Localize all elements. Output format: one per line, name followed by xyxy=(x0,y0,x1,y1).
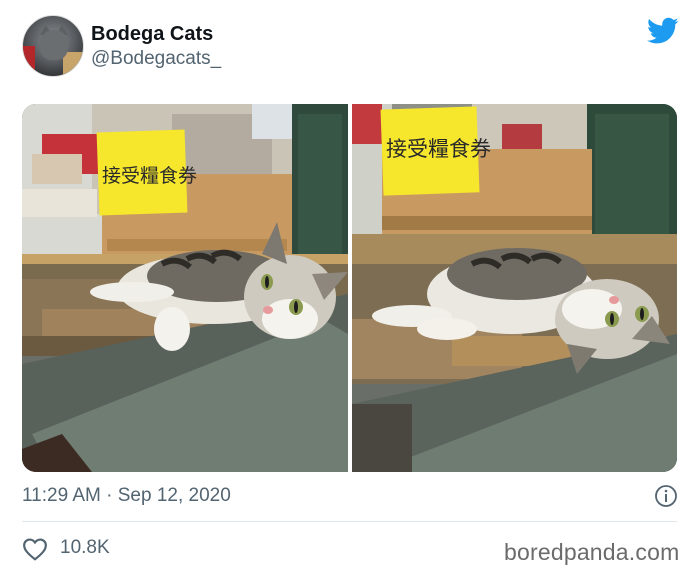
sign-text-right: 接受糧食券 xyxy=(386,137,491,161)
avatar-cat-face xyxy=(40,30,68,60)
info-circle-icon[interactable] xyxy=(654,484,678,508)
media-grid: 接受糧食券 接受糧食券 xyxy=(22,104,677,472)
twitter-bird-icon[interactable] xyxy=(647,17,679,45)
watermark: boredpanda.com xyxy=(504,539,680,565)
author-handle[interactable]: @Bodegacats_ xyxy=(91,48,221,70)
sign-text-left: 接受糧食券 xyxy=(102,165,197,187)
photo-left[interactable]: 接受糧食券 xyxy=(22,104,348,472)
avatar-background-shelf xyxy=(23,46,35,72)
avatar-background-box xyxy=(63,52,83,76)
divider xyxy=(22,521,677,522)
photo-left-image: 接受糧食券 xyxy=(22,104,348,472)
author-name[interactable]: Bodega Cats xyxy=(91,23,213,46)
tweet-card: Bodega Cats @Bodegacats_ 接受糧食券 接受糧食券 11:… xyxy=(0,0,700,575)
photo-right[interactable]: 接受糧食券 xyxy=(352,104,677,472)
heart-outline-icon[interactable] xyxy=(22,537,48,561)
like-count[interactable]: 10.8K xyxy=(60,537,110,559)
photo-right-image: 接受糧食券 xyxy=(352,104,677,472)
tweet-timestamp[interactable]: 11:29 AM · Sep 12, 2020 xyxy=(22,485,231,507)
avatar[interactable] xyxy=(22,15,84,77)
